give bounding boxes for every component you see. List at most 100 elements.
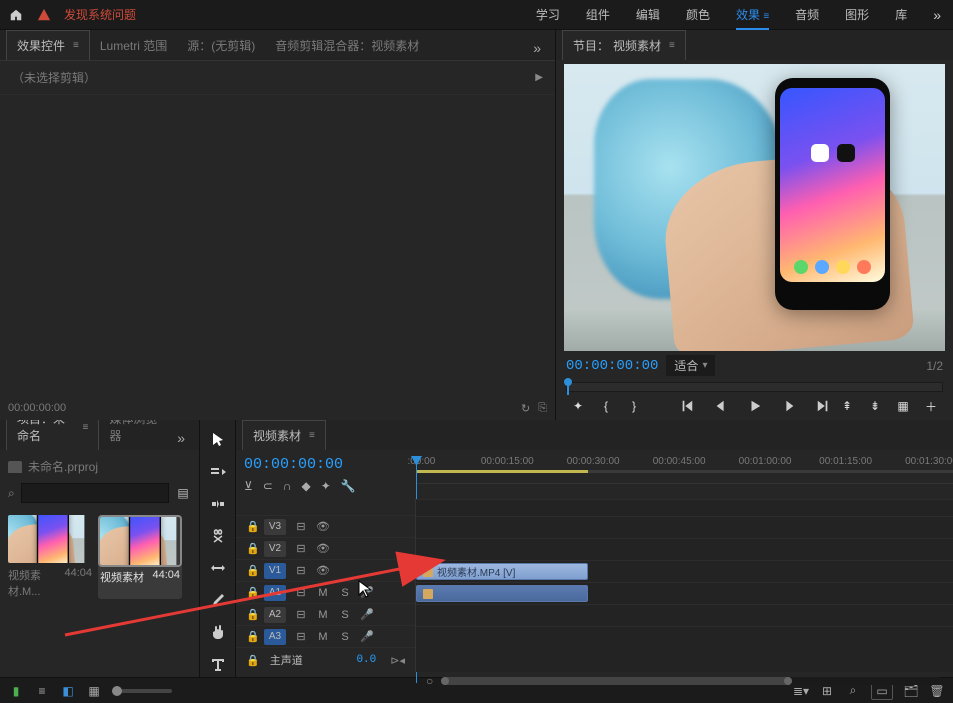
workspace-tab-effects[interactable]: 效果 ≡ <box>736 6 769 23</box>
voice-over-icon[interactable]: 🎤 <box>360 630 374 643</box>
pen-tool-icon[interactable] <box>208 590 228 610</box>
panel-overflow-icon[interactable]: » <box>169 426 193 450</box>
track-a2-lane[interactable] <box>416 604 953 626</box>
play-icon[interactable] <box>747 398 763 414</box>
markers-icon[interactable]: ◆ <box>301 479 310 493</box>
search-icon[interactable]: ⌕ <box>8 486 15 501</box>
mute-toggle[interactable]: M <box>316 609 330 621</box>
thumbnail-size-slider[interactable] <box>112 689 172 693</box>
lock-icon[interactable]: 🔒 <box>246 586 256 599</box>
audio-track-header-a2[interactable]: 🔒 A2 ⊟ M S 🎤 <box>236 603 415 625</box>
audio-track-header-a1[interactable]: 🔒 A1 ⊟ M S 🎤 <box>236 581 415 603</box>
video-track-header-v2[interactable]: 🔒 V2 ⊟ 👁 <box>236 537 415 559</box>
lift-icon[interactable]: ⇞ <box>839 398 855 414</box>
ripple-edit-tool-icon[interactable] <box>208 494 228 514</box>
lock-icon[interactable]: 🔒 <box>246 542 256 555</box>
eye-icon[interactable]: 👁 <box>316 520 330 533</box>
track-v2-lane[interactable] <box>416 538 953 560</box>
solo-toggle[interactable]: S <box>338 587 352 599</box>
tab-lumetri-scopes[interactable]: Lumetri 范围 <box>90 31 177 60</box>
toggle-output-icon[interactable]: ⊟ <box>294 608 308 621</box>
workspace-tab-learn[interactable]: 学习 <box>536 6 560 23</box>
list-view-icon[interactable]: ≡ <box>34 683 50 699</box>
lock-icon[interactable]: 🔒 <box>246 520 256 533</box>
workspace-tab-audio[interactable]: 音频 <box>795 6 819 23</box>
track-v1-lane[interactable]: 视频素材.MP4 [V] <box>416 560 953 582</box>
freeform-icon[interactable]: ▦ <box>86 683 102 699</box>
program-timecode[interactable]: 00:00:00:00 <box>566 358 658 374</box>
timeline-sequence-tab[interactable]: 视频素材≡ <box>242 420 326 450</box>
tab-source-monitor[interactable]: 源：(无剪辑) <box>177 31 265 60</box>
program-mini-timeline[interactable] <box>566 382 943 392</box>
add-marker-icon[interactable]: ✦ <box>570 398 586 414</box>
toggle-output-icon[interactable]: ⊟ <box>294 542 308 555</box>
mark-in-icon[interactable]: { <box>598 398 614 414</box>
slip-tool-icon[interactable] <box>208 558 228 578</box>
lock-icon[interactable]: 🔒 <box>246 608 256 621</box>
toggle-output-icon[interactable]: ⊟ <box>294 520 308 533</box>
video-clip[interactable]: 视频素材.MP4 [V] <box>416 563 588 580</box>
timeline-track-area[interactable]: 视频素材.MP4 [V] <box>416 499 953 672</box>
settings-icon[interactable]: ✦ <box>321 479 331 493</box>
extract-icon[interactable]: ⇟ <box>867 398 883 414</box>
eye-icon[interactable]: 👁 <box>316 564 330 577</box>
freeform-view-icon[interactable]: ▮ <box>8 683 24 699</box>
project-item[interactable]: 视频素材44:04 <box>98 515 182 599</box>
home-icon[interactable] <box>8 7 24 23</box>
solo-toggle[interactable]: S <box>338 631 352 643</box>
program-video-preview[interactable] <box>564 64 945 351</box>
eye-icon[interactable]: 👁 <box>316 542 330 555</box>
lock-icon[interactable]: 🔒 <box>246 564 256 577</box>
workspace-overflow-icon[interactable]: » <box>929 7 945 23</box>
project-item[interactable]: 视频素材.M...44:04 <box>8 515 92 599</box>
go-to-in-icon[interactable] <box>679 398 695 414</box>
audio-track-header-a3[interactable]: 🔒 A3 ⊟ M S 🎤 <box>236 625 415 647</box>
toggle-output-icon[interactable]: ⊟ <box>294 564 308 577</box>
export-frame-icon[interactable]: ⎘ <box>538 402 547 415</box>
step-back-icon[interactable] <box>713 398 729 414</box>
mark-out-icon[interactable]: } <box>626 398 642 414</box>
video-track-header-v3[interactable]: 🔒 V3 ⊟ 👁 <box>236 515 415 537</box>
linked-selection-icon[interactable]: ⊂ <box>263 479 273 493</box>
tab-effect-controls[interactable]: 效果控件≡ <box>6 30 90 60</box>
audio-clip[interactable] <box>416 585 588 602</box>
magnet-icon[interactable]: ∩ <box>283 479 292 493</box>
track-v3-lane[interactable] <box>416 516 953 538</box>
mute-toggle[interactable]: M <box>316 587 330 599</box>
search-input[interactable] <box>21 483 169 503</box>
loop-icon[interactable]: ↻ <box>521 402 530 415</box>
solo-toggle[interactable]: S <box>338 609 352 621</box>
timeline-horizontal-scrollbar[interactable] <box>441 677 943 685</box>
type-tool-icon[interactable] <box>208 654 228 674</box>
go-to-out-icon[interactable] <box>815 398 831 414</box>
tab-audio-clip-mixer[interactable]: 音频剪辑混合器：视频素材 <box>265 31 429 60</box>
toggle-output-icon[interactable]: ⊟ <box>294 586 308 599</box>
track-select-tool-icon[interactable] <box>208 462 228 482</box>
workspace-tab-color[interactable]: 颜色 <box>686 6 710 23</box>
master-track-header[interactable]: 🔒 主声道 0.0 ⊳◂ <box>236 647 415 672</box>
track-a3-lane[interactable] <box>416 626 953 648</box>
workspace-tab-graphics[interactable]: 图形 <box>845 6 869 23</box>
timeline-timecode[interactable]: 00:00:00:00 <box>244 456 408 473</box>
lock-icon[interactable]: 🔒 <box>246 654 260 667</box>
workspace-tab-library[interactable]: 库 <box>895 6 907 23</box>
icon-view-icon[interactable]: ◧ <box>60 683 76 699</box>
step-forward-icon[interactable] <box>781 398 797 414</box>
lock-icon[interactable]: 🔒 <box>246 630 256 643</box>
timeline-ruler[interactable]: :00:00 00:00:15:00 00:00:30:00 00:00:45:… <box>416 456 953 484</box>
voice-over-icon[interactable]: 🎤 <box>360 608 374 621</box>
snap-icon[interactable]: ⊻ <box>244 479 253 493</box>
tab-program[interactable]: 节目：视频素材≡ <box>562 30 686 60</box>
hand-tool-icon[interactable] <box>208 622 228 642</box>
filter-icon[interactable]: ▤ <box>175 485 191 501</box>
button-editor-icon[interactable]: ＋ <box>923 398 939 414</box>
workspace-tab-edit[interactable]: 编辑 <box>636 6 660 23</box>
workspace-tab-assembly[interactable]: 组件 <box>586 6 610 23</box>
playback-resolution[interactable]: 1/2 <box>926 359 943 373</box>
mute-toggle[interactable]: M <box>316 631 330 643</box>
track-a1-lane[interactable] <box>416 582 953 604</box>
panel-overflow-icon[interactable]: » <box>525 36 549 60</box>
selection-tool-icon[interactable] <box>208 430 228 450</box>
zoom-level-dropdown[interactable]: 适合▾ <box>666 355 715 376</box>
video-track-header-v1[interactable]: 🔒 V1 ⊟ 👁 <box>236 559 415 581</box>
